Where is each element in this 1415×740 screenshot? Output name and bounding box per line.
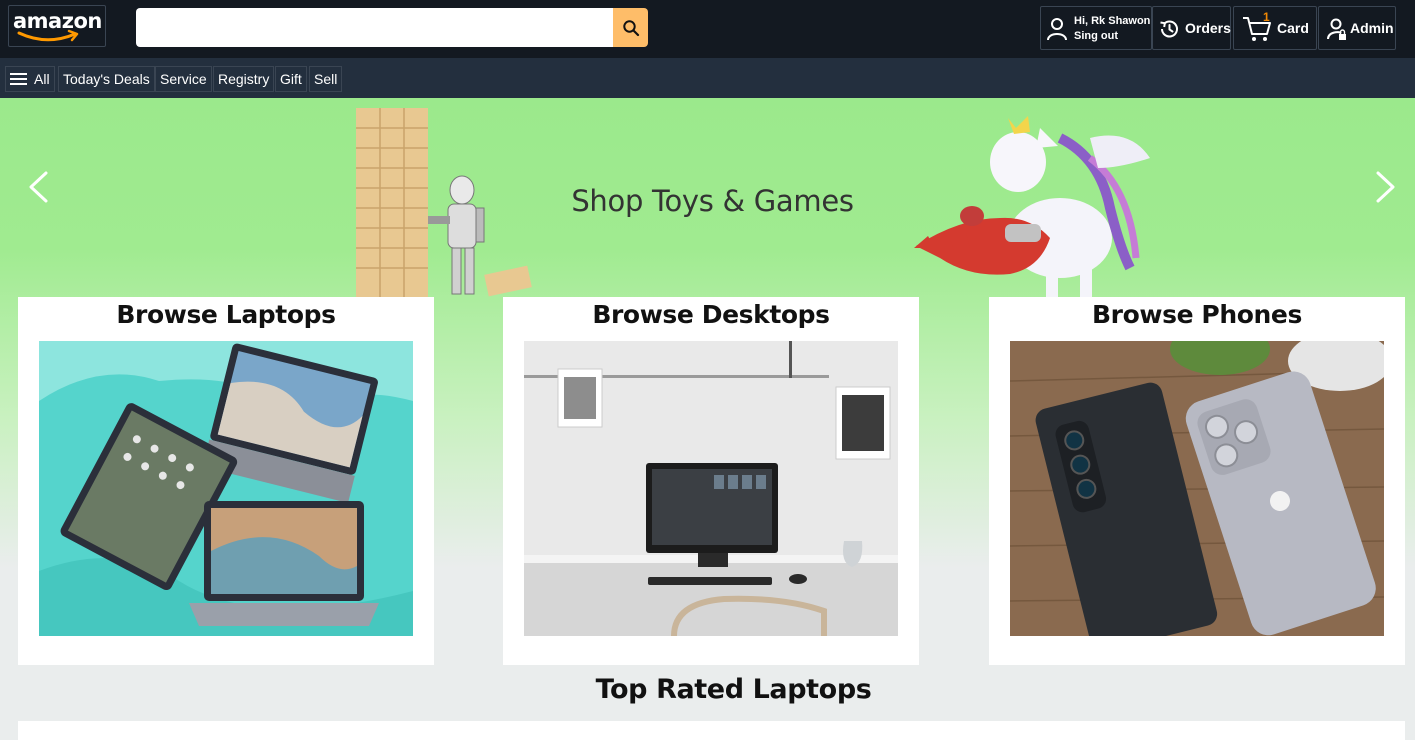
history-icon <box>1160 20 1178 38</box>
admin-button[interactable]: Admin <box>1318 6 1396 50</box>
browse-laptops-card[interactable]: Browse Laptops <box>18 297 434 665</box>
subnav-item-all[interactable]: All <box>5 66 55 92</box>
card-title: Browse Laptops <box>116 300 336 329</box>
hero-title: Shop Toys & Games <box>571 184 854 218</box>
phones-image[interactable] <box>1010 341 1384 636</box>
search-icon <box>622 19 639 36</box>
orders-button[interactable]: Orders <box>1152 6 1231 50</box>
user-icon <box>1047 18 1067 41</box>
orders-label: Orders <box>1185 20 1231 36</box>
admin-user-lock-icon <box>1327 18 1346 40</box>
subnav-item-service[interactable]: Service <box>155 66 212 92</box>
smile-arrow-icon <box>17 29 79 42</box>
admin-label: Admin <box>1350 20 1394 36</box>
card-title: Browse Phones <box>1092 300 1302 329</box>
cart-label: Card <box>1277 20 1309 36</box>
card-title: Browse Desktops <box>592 300 830 329</box>
signout-link[interactable]: Sing out <box>1074 29 1150 44</box>
subnav-item-todays-deals[interactable]: Today's Deals <box>58 66 155 92</box>
cart-count-badge: 1 <box>1263 10 1270 24</box>
amazon-logo[interactable]: amazon <box>8 5 106 47</box>
hamburger-icon <box>10 73 27 85</box>
laptops-image[interactable] <box>39 341 413 636</box>
search-button[interactable] <box>613 8 648 47</box>
top-header: amazon Hi, Rk Shawon Sing out Orders 1 C… <box>0 0 1415 58</box>
subnav-label: All <box>34 71 50 87</box>
account-menu[interactable]: Hi, Rk Shawon Sing out <box>1040 6 1152 50</box>
subnav-label: Gift <box>280 71 302 87</box>
desktops-image[interactable] <box>524 341 898 636</box>
cart-button[interactable]: 1 Card <box>1233 6 1317 50</box>
top-rated-laptops-panel <box>18 721 1405 740</box>
subnav-item-gift[interactable]: Gift <box>275 66 307 92</box>
subnav-label: Today's Deals <box>63 71 150 87</box>
browse-desktops-card[interactable]: Browse Desktops <box>503 297 919 665</box>
subnav-item-sell[interactable]: Sell <box>309 66 343 92</box>
top-rated-laptops-heading: Top Rated Laptops <box>595 674 872 705</box>
subnav-label: Registry <box>218 71 270 87</box>
browse-phones-card[interactable]: Browse Phones <box>989 297 1405 665</box>
search-input[interactable] <box>136 8 613 47</box>
subnav-label: Sell <box>314 71 338 87</box>
account-greeting: Hi, Rk Shawon <box>1074 15 1151 27</box>
subnav-item-registry[interactable]: Registry <box>213 66 275 92</box>
sub-navigation: All Today's Deals Service Registry Gift … <box>0 58 1415 98</box>
search-bar <box>136 8 648 47</box>
subnav-label: Service <box>160 71 207 87</box>
